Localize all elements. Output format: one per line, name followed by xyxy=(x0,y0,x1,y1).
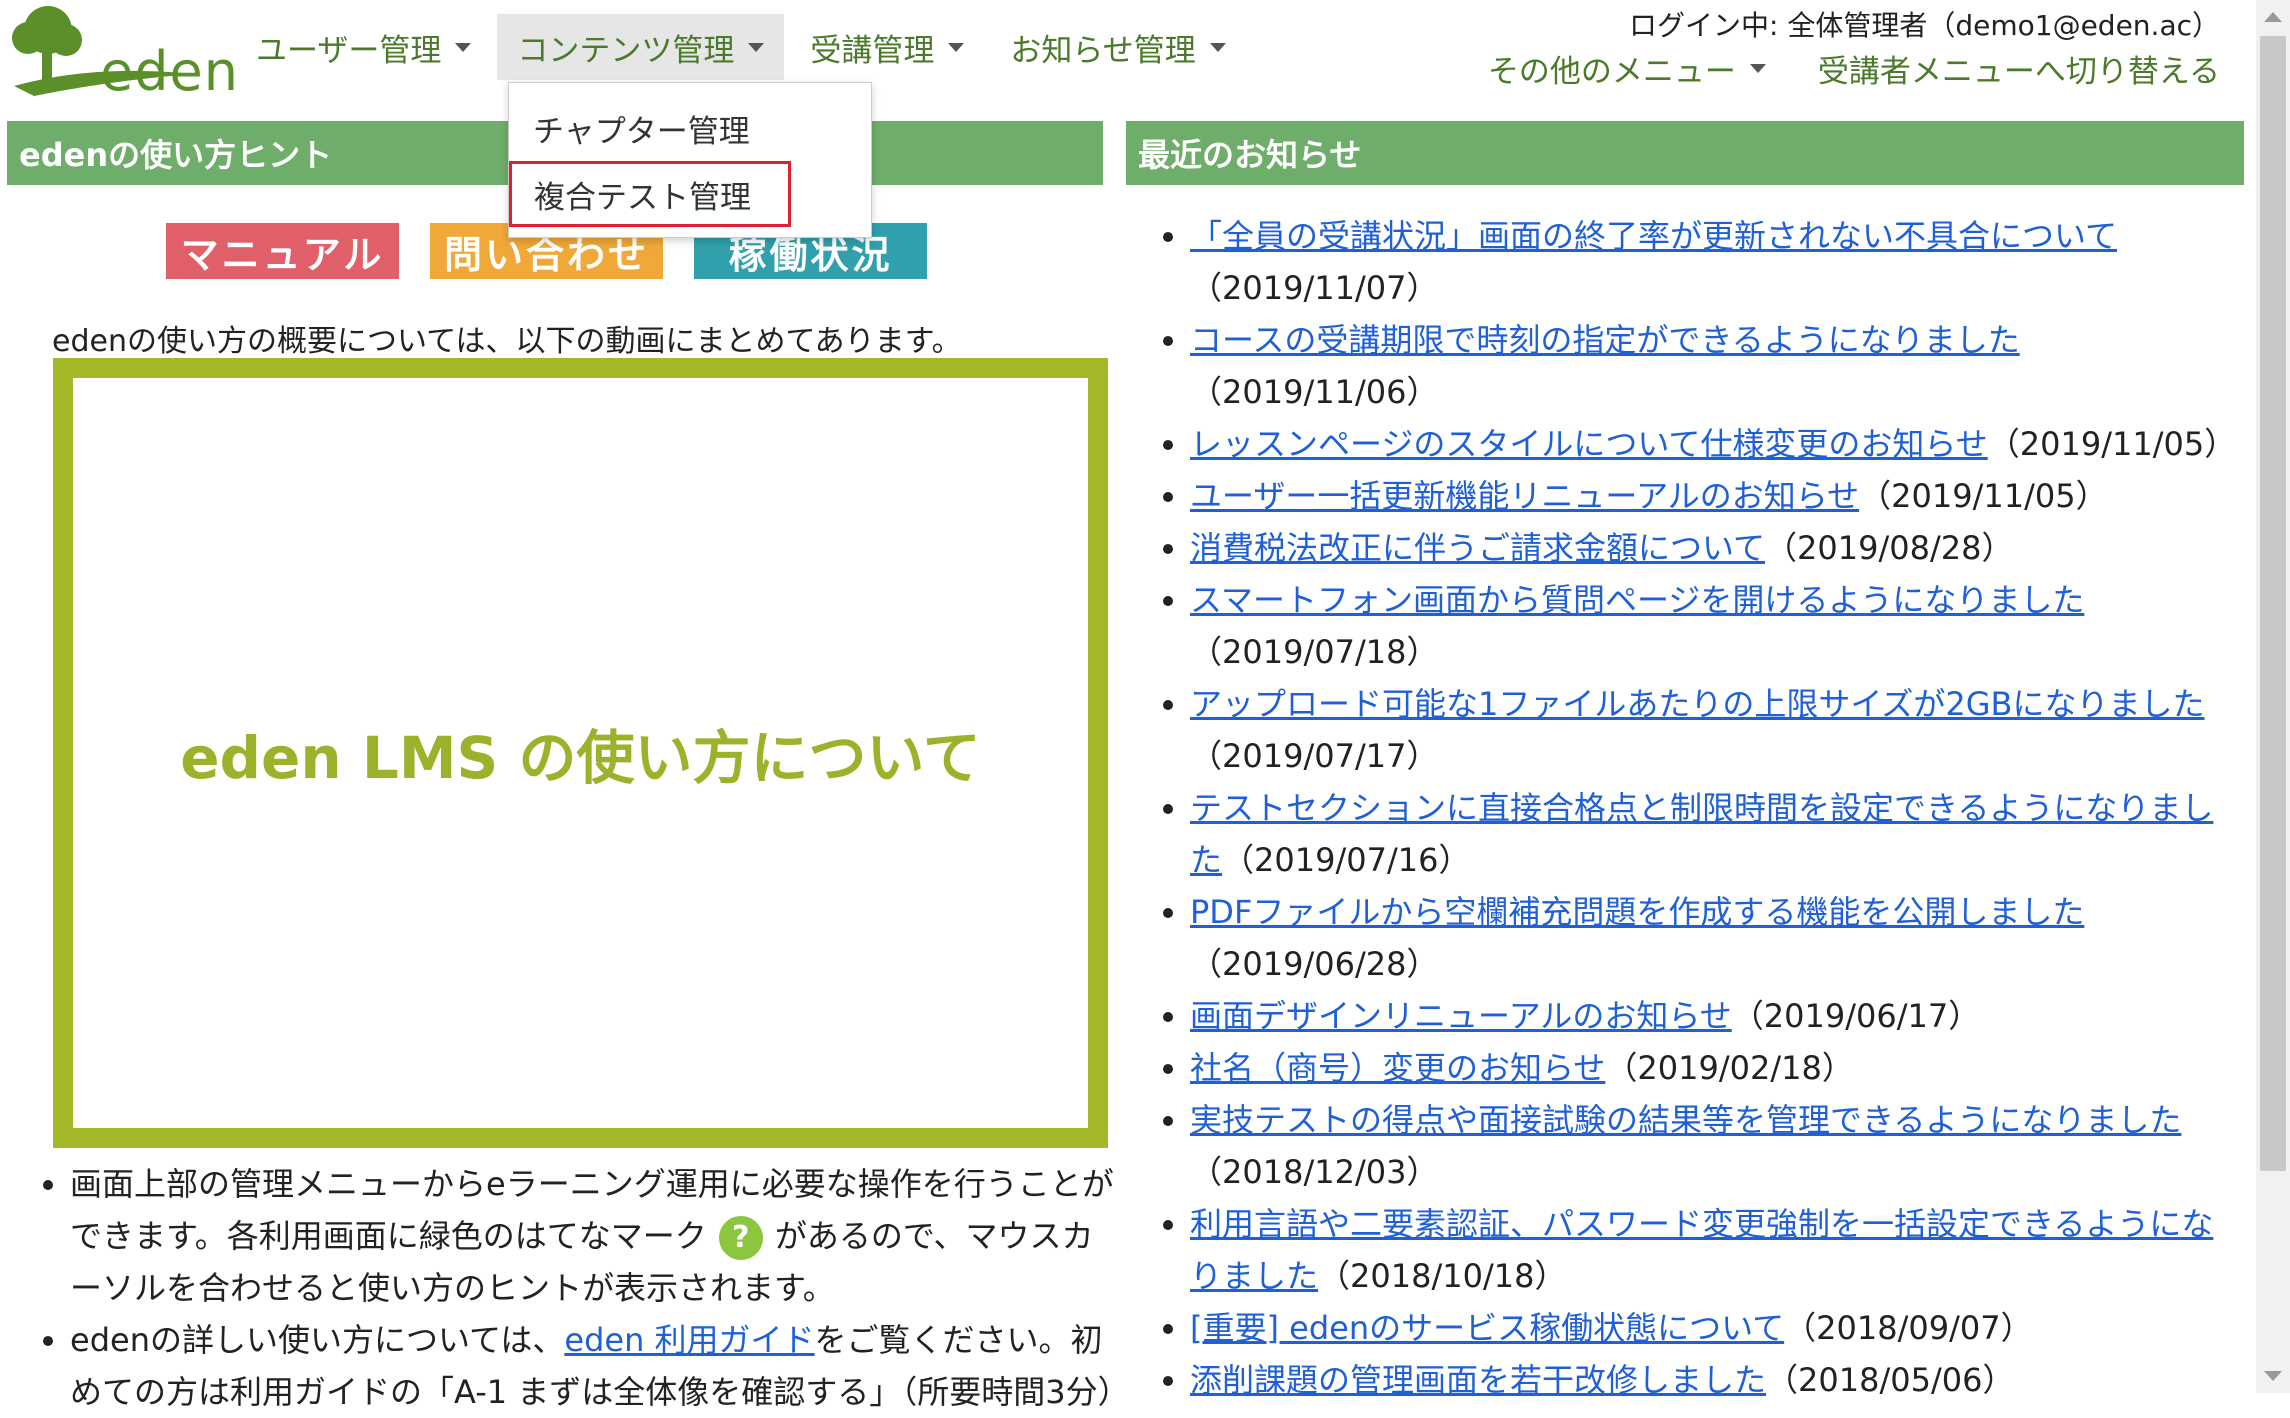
eden-logo[interactable]: eden xyxy=(4,4,238,103)
news-link[interactable]: 社名（商号）変更のお知らせ xyxy=(1190,1049,1605,1087)
caret-down-icon xyxy=(455,42,472,52)
page-scrollbar[interactable] xyxy=(2256,0,2290,1393)
news-date: （2019/11/05） xyxy=(1987,425,2237,463)
nav-user-management[interactable]: ユーザー管理 xyxy=(236,14,491,80)
news-item: スマートフォン画面から質問ページを開けるようになりました （2019/07/18） xyxy=(1190,574,2238,678)
hint2-text-a: edenの詳しい使い方については、 xyxy=(70,1321,565,1359)
news-date: （2019/07/16） xyxy=(1222,841,1471,879)
news-link[interactable]: PDFファイルから空欄補充問題を作成する機能を公開しました xyxy=(1190,893,2084,931)
nav-notice-management-label: お知らせ管理 xyxy=(1010,32,1196,69)
news-item: コースの受講期限で時刻の指定ができるようになりました （2019/11/06） xyxy=(1190,314,2238,418)
news-item: 「全員の受講状況」画面の終了率が更新されない不具合について （2019/11/07… xyxy=(1190,210,2238,314)
news-link[interactable]: ユーザー一括更新機能リニューアルのお知らせ xyxy=(1190,477,1859,515)
news-link[interactable]: [重要] edenのサービス稼働状態について xyxy=(1190,1309,1784,1347)
intro-video[interactable]: eden LMS の使い方について xyxy=(53,358,1108,1148)
news-date: （2019/08/28） xyxy=(1765,529,2014,567)
news-date: （2019/11/06） xyxy=(1190,373,1439,411)
news-item: 社名（商号）変更のお知らせ（2019/02/18） xyxy=(1190,1042,2238,1094)
news-date: （2019/07/17） xyxy=(1190,737,1439,775)
nav-content-management-label: コンテンツ管理 xyxy=(517,32,735,69)
caret-down-icon xyxy=(1209,42,1226,52)
news-item: アップロード可能な1ファイルあたりの上限サイズが2GBになりました （2019/0… xyxy=(1190,678,2238,782)
video-title: eden LMS の使い方について xyxy=(73,378,1088,1128)
news-link[interactable]: レッスンページのスタイルについて仕様変更のお知らせ xyxy=(1190,425,1988,463)
news-date: （2018/10/18） xyxy=(1318,1257,1567,1295)
nav-notice-management[interactable]: お知らせ管理 xyxy=(990,14,1245,80)
caret-down-icon xyxy=(948,42,965,52)
news-date: （2019/06/17） xyxy=(1731,997,1981,1035)
news-date: （2019/06/28） xyxy=(1190,945,1439,983)
caret-down-icon xyxy=(748,42,765,52)
news-item: 添削課題の管理画面を若干改修しました（2018/05/06） xyxy=(1190,1354,2238,1406)
news-link[interactable]: 画面デザインリニューアルのお知らせ xyxy=(1190,997,1732,1035)
hints-list: 画面上部の管理メニューからeラーニング運用に必要な操作を行うことができます。各利… xyxy=(34,1158,1130,1418)
help-question-icon: ? xyxy=(718,1216,763,1260)
login-status: ログイン中: 全体管理者（demo1@eden.ac） xyxy=(1629,9,2220,42)
news-item: テストセクションに直接合格点と制限時間を設定できるようになりました（2019/0… xyxy=(1190,782,2238,886)
news-item: 実技テストの得点や面接試験の結果等を管理できるようになりました （2018/12/… xyxy=(1190,1094,2238,1198)
switch-to-learner-menu[interactable]: 受講者メニューへ切り替える xyxy=(1818,46,2220,91)
other-menu-label: その他のメニュー xyxy=(1487,54,1736,90)
other-menu-dropdown[interactable]: その他のメニュー xyxy=(1488,46,1766,91)
news-link[interactable]: 「全員の受講状況」画面の終了率が更新されない不具合について xyxy=(1190,217,2117,255)
news-item: 画面デザインリニューアルのお知らせ（2019/06/17） xyxy=(1190,990,2238,1042)
news-list: 「全員の受講状況」画面の終了率が更新されない不具合について （2019/11/07… xyxy=(1148,210,2238,1406)
logo-text: eden xyxy=(100,40,239,103)
news-date: （2019/11/07） xyxy=(1190,269,1439,307)
nav-course-management[interactable]: 受講管理 xyxy=(790,14,984,80)
news-link[interactable]: 消費税法改正に伴うご請求金額について xyxy=(1190,529,1765,567)
caret-down-icon xyxy=(1749,64,1766,73)
nav-course-management-label: 受講管理 xyxy=(810,32,935,69)
content-management-dropdown: チャプター管理 複合テスト管理 xyxy=(508,82,872,238)
dropdown-item-composite-test-management[interactable]: 複合テスト管理 xyxy=(509,161,791,227)
manual-button[interactable]: マニュアル xyxy=(166,223,399,279)
news-item: ユーザー一括更新機能リニューアルのお知らせ（2019/11/05） xyxy=(1190,470,2238,522)
admin-nav: ユーザー管理 コンテンツ管理 受講管理 お知らせ管理 xyxy=(236,14,1252,80)
right-menu: その他のメニュー 受講者メニューへ切り替える xyxy=(1488,46,2220,91)
news-item: 消費税法改正に伴うご請求金額について（2019/08/28） xyxy=(1190,522,2238,574)
news-link[interactable]: スマートフォン画面から質問ページを開けるようになりました xyxy=(1190,581,2084,619)
scroll-down-arrow-icon[interactable] xyxy=(2264,1371,2282,1381)
intro-text: edenの使い方の概要については、以下の動画にまとめてあります。 xyxy=(52,324,962,359)
news-item: 利用言語や二要素認証、パスワード変更強制を一括設定できるようになりました（201… xyxy=(1190,1198,2238,1302)
news-heading: 最近のお知らせ xyxy=(1126,121,2244,185)
news-link[interactable]: 実技テストの得点や面接試験の結果等を管理できるようになりました xyxy=(1190,1101,2181,1139)
news-date: （2019/07/18） xyxy=(1190,633,1439,671)
dropdown-item-chapter-management[interactable]: チャプター管理 xyxy=(511,95,867,161)
news-item: PDFファイルから空欄補充問題を作成する機能を公開しました （2019/06/28… xyxy=(1190,886,2238,990)
news-date: （2018/12/03） xyxy=(1190,1153,1439,1191)
hint-item: edenの詳しい使い方については、eden 利用ガイドをご覧ください。初めての方… xyxy=(70,1314,1130,1418)
news-item: レッスンページのスタイルについて仕様変更のお知らせ（2019/11/05） xyxy=(1190,418,2238,470)
news-link[interactable]: アップロード可能な1ファイルあたりの上限サイズが2GBになりました xyxy=(1190,685,2205,723)
news-date: （2018/09/07） xyxy=(1784,1309,2033,1347)
news-link[interactable]: 添削課題の管理画面を若干改修しました xyxy=(1190,1361,1766,1399)
news-date: （2019/11/05） xyxy=(1859,477,2108,515)
nav-user-management-label: ユーザー管理 xyxy=(256,32,442,69)
hint-item: 画面上部の管理メニューからeラーニング運用に必要な操作を行うことができます。各利… xyxy=(70,1158,1114,1314)
news-date: （2019/02/18） xyxy=(1605,1049,1854,1087)
news-link[interactable]: コースの受講期限で時刻の指定ができるようになりました xyxy=(1190,321,2020,359)
news-item: [重要] edenのサービス稼働状態について（2018/09/07） xyxy=(1190,1302,2238,1354)
scroll-up-arrow-icon[interactable] xyxy=(2264,12,2282,22)
scroll-thumb[interactable] xyxy=(2260,36,2286,1171)
news-date: （2018/05/06） xyxy=(1766,1361,2015,1399)
nav-content-management[interactable]: コンテンツ管理 xyxy=(497,14,785,80)
usage-guide-link[interactable]: eden 利用ガイド xyxy=(564,1321,814,1359)
